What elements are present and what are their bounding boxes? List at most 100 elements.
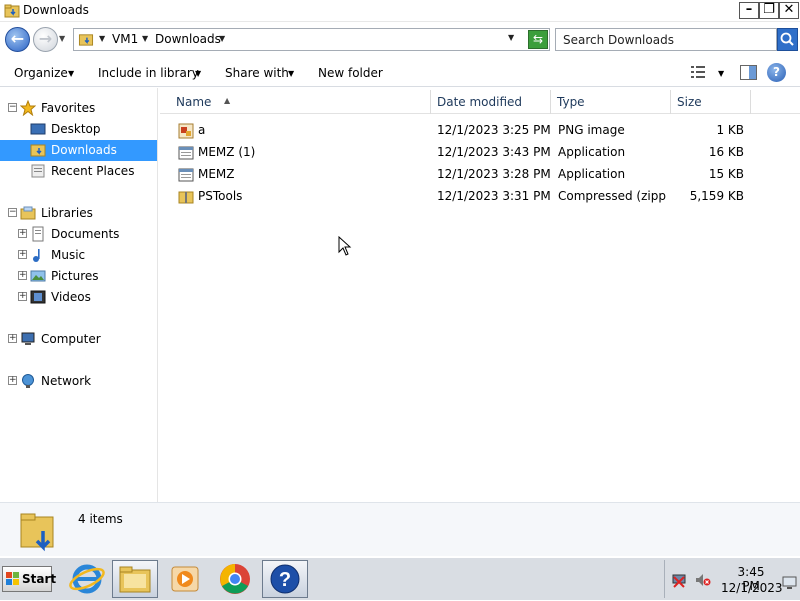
network-icon [22,374,34,388]
network-disconnected-icon[interactable] [671,572,687,588]
show-desktop-icon[interactable] [782,574,798,590]
file-type: Application [558,167,626,181]
downloads-folder-icon [20,513,54,552]
nav-documents[interactable]: + Documents [0,224,158,245]
taskbar-internet-explorer[interactable] [64,560,110,598]
address-history-dropdown[interactable]: ▼ [508,33,514,42]
chevron-down-icon: ▼ [288,69,295,78]
expand-icon[interactable]: + [18,250,27,259]
file-row[interactable]: MEMZ 12/1/2023 3:28 PM Application 15 KB [160,164,800,185]
nav-favorites[interactable]: − Favorites [0,98,158,119]
media-player-icon [171,566,199,592]
collapse-icon[interactable]: − [8,208,17,217]
file-type: Compressed (zipp... [558,189,666,203]
chevron-down-icon[interactable]: ▼ [99,34,105,43]
mouse-cursor-icon [338,236,352,256]
start-button[interactable]: Start [2,566,56,592]
help-icon: ? [270,564,300,594]
zip-folder-icon [178,191,194,204]
chevron-down-icon[interactable]: ▼ [718,69,724,78]
file-name: PSTools [198,189,243,203]
clock-date[interactable]: 12/1/2023 [721,581,783,595]
application-icon [178,146,194,160]
nav-recent-places[interactable]: Recent Places [0,161,158,182]
nav-downloads[interactable]: Downloads [0,140,157,161]
expand-icon[interactable]: + [8,334,17,343]
breadcrumb-downloads[interactable]: Downloads [155,32,221,46]
nav-network[interactable]: + Network [0,371,158,392]
libraries-icon [20,206,36,220]
minimize-button[interactable]: – [739,2,759,19]
search-button[interactable] [777,28,798,51]
nav-libraries[interactable]: − Libraries [0,203,158,224]
sort-ascending-icon: ▲ [224,96,231,105]
star-icon [20,100,36,116]
column-name[interactable]: Name ▲ [170,90,431,114]
notification-area: 3:45 PM 12/1/2023 [664,560,800,598]
help-icon[interactable]: ? [767,63,786,82]
file-name: MEMZ [198,167,235,181]
column-type[interactable]: Type [551,90,671,114]
include-in-library-button[interactable]: Include in library [98,66,199,80]
folder-icon [4,4,20,18]
maximize-button[interactable]: ❐ [759,2,779,19]
collapse-icon[interactable]: − [8,103,17,112]
search-placeholder: Search Downloads [563,33,674,47]
column-date-modified[interactable]: Date modified [431,90,551,114]
nav-videos[interactable]: + Videos [0,287,158,308]
chevron-down-icon[interactable]: ▼ [142,34,148,43]
expand-icon[interactable]: + [18,229,27,238]
title-bar: Downloads – ❐ ✕ [0,0,800,22]
recent-places-icon [31,164,45,178]
file-row[interactable]: PSTools 12/1/2023 3:31 PM Compressed (zi… [160,186,800,207]
chevron-down-icon[interactable]: ▼ [219,34,225,43]
recent-pages-dropdown[interactable]: ▼ [59,34,69,44]
file-size: 15 KB [708,167,744,181]
close-button[interactable]: ✕ [779,2,799,19]
column-size[interactable]: Size [671,90,751,114]
address-bar: ← → ▼ ▼ VM1 ▼ Downloads ▼ ▼ ⇆ Search Dow… [0,24,800,56]
file-row[interactable]: MEMZ (1) 12/1/2023 3:43 PM Application 1… [160,142,800,163]
address-box[interactable]: ▼ VM1 ▼ Downloads ▼ [73,28,550,51]
svg-text:?: ? [279,569,291,591]
nav-desktop[interactable]: Desktop [0,119,158,140]
taskbar-windows-explorer[interactable] [112,560,158,598]
nav-computer[interactable]: + Computer [0,329,158,350]
expand-icon[interactable]: + [18,292,27,301]
preview-pane-icon[interactable] [740,65,757,80]
forward-button[interactable]: → [33,27,58,52]
folder-icon [119,566,151,593]
expand-icon[interactable]: + [18,271,27,280]
column-label: Date modified [437,95,523,109]
nav-label: Videos [51,290,91,304]
file-date: 12/1/2023 3:43 PM [437,145,551,159]
chevron-down-icon: ▼ [68,69,75,78]
taskbar-chrome[interactable] [212,560,258,598]
nav-label: Favorites [41,101,96,115]
internet-explorer-icon [69,564,105,594]
file-row[interactable]: a 12/1/2023 3:25 PM PNG image 1 KB [160,120,800,141]
refresh-button[interactable]: ⇆ [528,30,548,49]
share-with-button[interactable]: Share with [225,66,289,80]
organize-button[interactable]: Organize [14,66,68,80]
expand-icon[interactable]: + [8,376,17,385]
new-folder-button[interactable]: New folder [318,66,383,80]
view-details-icon[interactable] [690,65,706,79]
column-label: Name [176,95,212,109]
downloads-folder-icon [30,144,46,157]
desktop-icon [30,123,46,135]
nav-pictures[interactable]: + Pictures [0,266,158,287]
taskbar: Start ? 3:45 PM 12/1/2023 [0,557,800,600]
item-count: 4 items [78,512,123,526]
file-size: 16 KB [708,145,744,159]
back-button[interactable]: ← [5,27,30,52]
taskbar-help[interactable]: ? [262,560,308,598]
breadcrumb-vm1[interactable]: VM1 [112,32,138,46]
nav-label: Recent Places [51,164,135,178]
start-label: Start [22,572,57,586]
taskbar-media-player[interactable] [162,560,208,598]
file-size: 5,159 KB [689,189,744,203]
nav-music[interactable]: + Music [0,245,158,266]
search-input[interactable]: Search Downloads [555,28,777,51]
volume-muted-icon[interactable] [695,572,711,588]
